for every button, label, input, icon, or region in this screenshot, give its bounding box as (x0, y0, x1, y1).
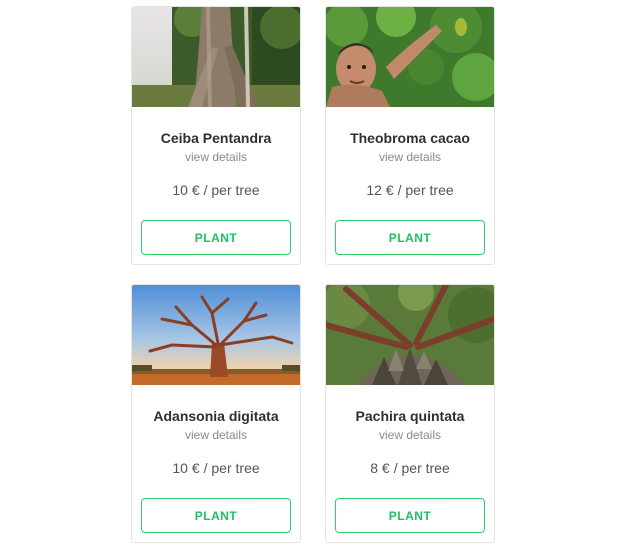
view-details-link[interactable]: view details (326, 428, 494, 442)
view-details-link[interactable]: view details (132, 428, 300, 442)
tree-price: 12 € / per tree (326, 182, 494, 198)
view-details-link[interactable]: view details (326, 150, 494, 164)
price-unit: / per tree (203, 460, 260, 476)
price-amount: 10 € (172, 460, 200, 476)
tree-catalog-grid: Ceiba Pentandra view details 10 € / per t… (131, 6, 497, 547)
tree-photo[interactable] (326, 285, 494, 385)
price-amount: 12 € (366, 182, 394, 198)
tree-card: Pachira quintata view details 8 € / per t… (325, 284, 495, 543)
tree-card: Adansonia digitata view details 10 € / pe… (131, 284, 301, 543)
tree-name: Pachira quintata (355, 408, 465, 424)
tree-photo[interactable] (326, 7, 494, 107)
tree-card: Ceiba Pentandra view details 10 € / per t… (131, 6, 301, 265)
plant-button[interactable]: PLANT (335, 220, 485, 255)
tree-name: Adansonia digitata (153, 408, 279, 424)
tree-price: 10 € / per tree (132, 182, 300, 198)
man-picking-cacao-photo (326, 7, 494, 107)
baobab-sunset-photo (132, 285, 300, 385)
tree-name: Ceiba Pentandra (160, 130, 272, 146)
plant-button[interactable]: PLANT (141, 498, 291, 533)
tree-name: Theobroma cacao (350, 130, 470, 146)
tree-photo[interactable] (132, 285, 300, 385)
price-unit: / per tree (393, 460, 450, 476)
tree-price: 8 € / per tree (326, 460, 494, 476)
price-unit: / per tree (203, 182, 260, 198)
tree-price: 10 € / per tree (132, 460, 300, 476)
tree-photo[interactable] (132, 7, 300, 107)
price-amount: 8 € (370, 460, 390, 476)
price-unit: / per tree (397, 182, 454, 198)
plant-button[interactable]: PLANT (141, 220, 291, 255)
tree-card: Theobroma cacao view details 12 € / per t… (325, 6, 495, 265)
plant-button[interactable]: PLANT (335, 498, 485, 533)
spiny-trunk-photo (326, 285, 494, 385)
ceiba-trunk-photo (132, 7, 300, 107)
price-amount: 10 € (172, 182, 200, 198)
view-details-link[interactable]: view details (132, 150, 300, 164)
